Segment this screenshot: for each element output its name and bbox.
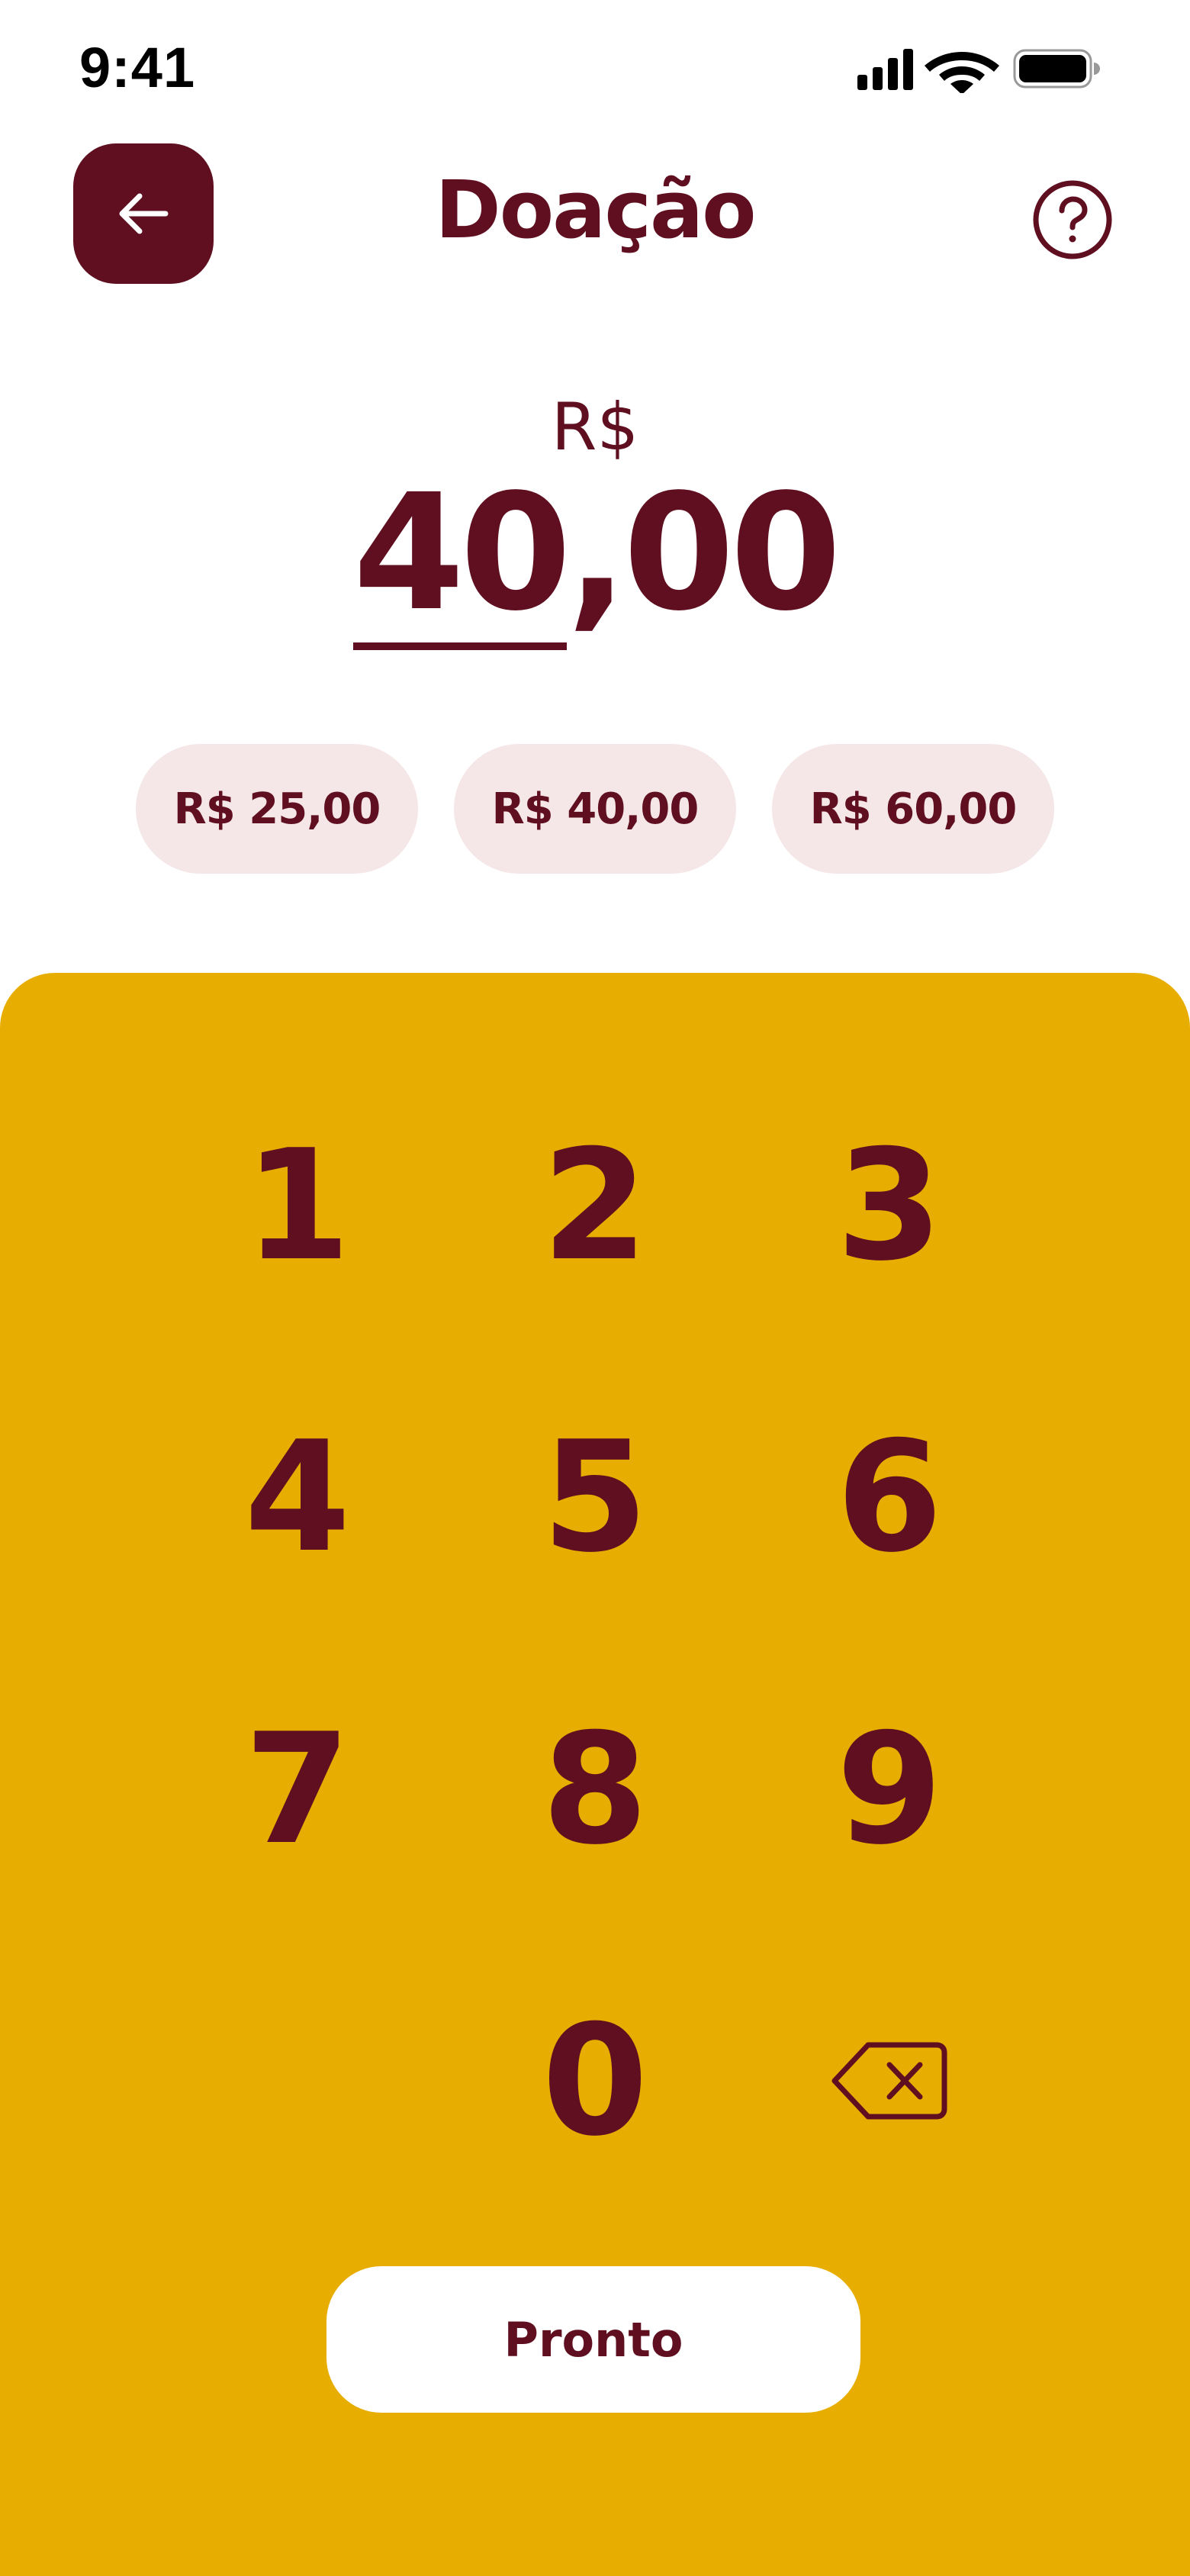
page-title: Doação — [435, 163, 756, 256]
status-bar: 9:41 — [0, 0, 1190, 137]
key-3[interactable]: 3 — [775, 1106, 1004, 1305]
wifi-icon — [925, 52, 999, 93]
backspace-button[interactable] — [775, 1982, 1004, 2180]
key-4[interactable]: 4 — [183, 1398, 412, 1596]
key-0[interactable]: 0 — [481, 1982, 709, 2180]
quick-amount-chip[interactable]: R$ 60,00 — [772, 744, 1054, 874]
currency-label: R$ — [551, 389, 639, 465]
status-icons — [857, 49, 1100, 93]
keypad-panel: 1 2 3 4 5 6 7 8 9 0 Pronto — [0, 973, 1190, 2576]
key-8[interactable]: 8 — [481, 1690, 709, 1889]
amount-decimal: ,00 — [567, 459, 841, 646]
key-9[interactable]: 9 — [775, 1690, 1004, 1889]
quick-amount-chips: R$ 25,00 R$ 40,00 R$ 60,00 — [136, 744, 1054, 874]
key-1[interactable]: 1 — [183, 1106, 412, 1305]
done-button[interactable]: Pronto — [326, 2266, 860, 2413]
status-time: 9:41 — [79, 36, 196, 99]
quick-amount-chip[interactable]: R$ 40,00 — [454, 744, 736, 874]
key-6[interactable]: 6 — [775, 1398, 1004, 1596]
question-circle-icon[interactable] — [1031, 179, 1114, 261]
key-5[interactable]: 5 — [481, 1398, 709, 1596]
signal-icon — [857, 49, 913, 90]
amount-integer[interactable]: 40 — [352, 473, 571, 650]
key-2[interactable]: 2 — [481, 1106, 709, 1305]
quick-amount-chip[interactable]: R$ 25,00 — [136, 744, 418, 874]
amount-display: 40,00 — [0, 473, 1190, 650]
battery-icon — [1013, 49, 1100, 89]
key-7[interactable]: 7 — [183, 1690, 412, 1889]
backspace-icon — [831, 2042, 947, 2120]
